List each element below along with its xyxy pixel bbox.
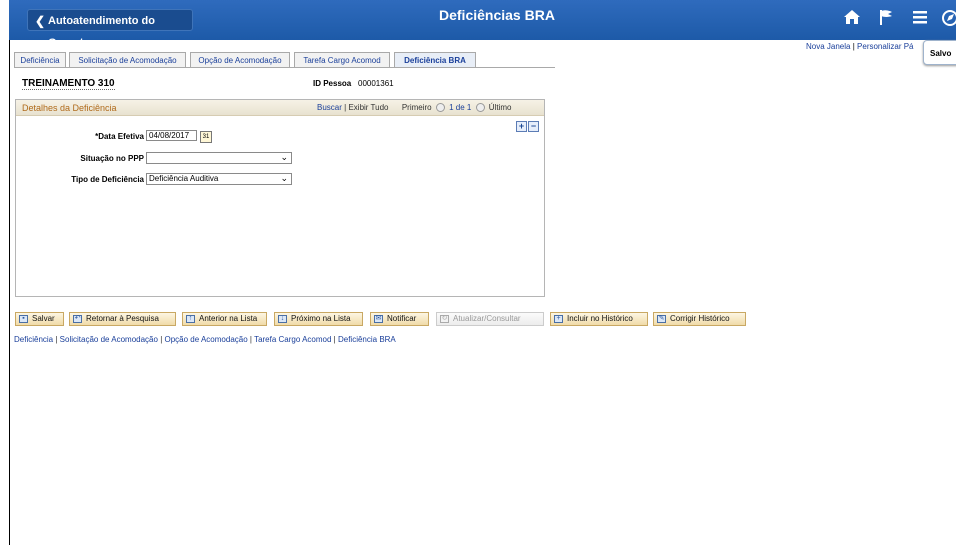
previous-row-icon[interactable] <box>435 103 445 113</box>
save-button[interactable]: ▪ Salvar <box>15 312 64 326</box>
person-id-value: 00001361 <box>358 79 394 88</box>
bottom-page-links: Deficiência | Solicitação de Acomodação … <box>14 335 396 344</box>
save-button-label: Salvar <box>32 314 55 323</box>
bottom-link-solicitacao[interactable]: Solicitação de Acomodação <box>60 335 158 344</box>
next-icon: ↓ <box>278 315 287 323</box>
return-to-search-button[interactable]: ↶ Retornar à Pesquisa <box>69 312 176 326</box>
navbar-icon[interactable] <box>941 8 956 30</box>
chevron-down-icon: ⌄ <box>280 173 288 183</box>
saved-toast: Salvo <box>923 40 956 65</box>
correct-history-button-label: Corrigir Histórico <box>670 314 730 323</box>
personalize-link[interactable]: Personalizar Pá <box>857 42 913 51</box>
panel-title: Detalhes da Deficiência <box>22 103 117 113</box>
tab-deficiencia-bra[interactable]: Deficiência BRA <box>394 52 476 67</box>
flag-icon[interactable] <box>878 8 894 30</box>
panel-navigation: Buscar | Exibir Tudo Primeiro 1 de 1 Últ… <box>317 103 512 113</box>
next-row-icon[interactable] <box>475 103 485 113</box>
delete-row-button[interactable]: − <box>528 121 539 132</box>
tab-deficiencia[interactable]: Deficiência <box>14 52 66 67</box>
next-button-label: Próximo na Lista <box>291 314 351 323</box>
notify-icon: ✉ <box>374 315 383 323</box>
correct-history-icon: ✎ <box>657 315 666 323</box>
chevron-down-icon: ⌄ <box>280 152 288 162</box>
person-id-label: ID Pessoa <box>313 79 352 88</box>
tab-opcao-acomodacao[interactable]: Opção de Acomodação <box>190 52 290 67</box>
return-icon: ↶ <box>73 315 82 323</box>
ppp-status-label: Situação no PPP <box>80 154 144 163</box>
add-history-button-label: Incluir no Histórico <box>567 314 633 323</box>
page-title: Deficiências BRA <box>439 7 555 23</box>
previous-in-list-button[interactable]: ↑ Anterior na Lista <box>182 312 267 326</box>
add-row-button[interactable]: + <box>516 121 527 132</box>
bottom-link-opcao[interactable]: Opção de Acomodação <box>165 335 248 344</box>
correct-history-button[interactable]: ✎ Corrigir Histórico <box>653 312 746 326</box>
employee-name: TREINAMENTO 310 <box>22 78 115 90</box>
back-button[interactable]: ❮ Autoatendimento do Gerente <box>27 9 193 49</box>
return-button-label: Retornar à Pesquisa <box>86 314 159 323</box>
bottom-link-deficiencia[interactable]: Deficiência <box>14 335 53 344</box>
last-link: Último <box>488 103 512 112</box>
previous-button-label: Anterior na Lista <box>199 314 258 323</box>
home-icon[interactable] <box>843 8 861 30</box>
tab-solicitacao-acomodacao[interactable]: Solicitação de Acomodação <box>69 52 186 67</box>
effective-date-label: *Data Efetiva <box>95 132 144 141</box>
page-left-border <box>9 40 10 545</box>
chevron-left-icon: ❮ <box>35 14 46 28</box>
calendar-icon[interactable]: 31 <box>200 131 212 143</box>
save-icon: ▪ <box>19 315 28 323</box>
disability-type-value: Deficiência Auditiva <box>149 174 219 183</box>
notify-button[interactable]: ✉ Notificar <box>370 312 429 326</box>
panel-header: Detalhes da Deficiência Buscar | Exibir … <box>16 100 544 116</box>
search-link[interactable]: Buscar <box>317 103 342 112</box>
link-separator: | <box>852 42 855 51</box>
new-window-link[interactable]: Nova Janela <box>806 42 850 51</box>
bottom-link-deficiencia-bra[interactable]: Deficiência BRA <box>338 335 396 344</box>
disability-details-panel: Detalhes da Deficiência Buscar | Exibir … <box>15 99 545 297</box>
notify-button-label: Notificar <box>387 314 417 323</box>
disability-type-select[interactable]: Deficiência Auditiva ⌄ <box>146 173 292 185</box>
tab-tarefa-cargo-acomod[interactable]: Tarefa Cargo Acomod <box>294 52 390 67</box>
bottom-link-tarefa[interactable]: Tarefa Cargo Acomod <box>254 335 331 344</box>
row-count: 1 de 1 <box>449 103 472 112</box>
view-all-link[interactable]: Exibir Tudo <box>348 103 388 112</box>
first-link: Primeiro <box>401 103 432 112</box>
refresh-button-label: Atualizar/Consultar <box>453 314 521 323</box>
add-to-history-button[interactable]: + Incluir no Histórico <box>550 312 648 326</box>
add-history-icon: + <box>554 315 563 323</box>
top-right-links: Nova Janela | Personalizar Pá <box>806 42 914 51</box>
next-in-list-button[interactable]: ↓ Próximo na Lista <box>274 312 363 326</box>
row-controls: + − <box>516 121 540 132</box>
panel-nav-separator: | <box>344 103 347 112</box>
menu-icon[interactable] <box>912 8 928 30</box>
effective-date-field[interactable]: 04/08/2017 <box>146 130 197 141</box>
refresh-icon: ↻ <box>440 315 449 323</box>
disability-type-label: Tipo de Deficiência <box>71 175 144 184</box>
ppp-status-select[interactable]: ⌄ <box>146 152 292 164</box>
tab-divider <box>14 67 555 68</box>
header-bar: ❮ Autoatendimento do Gerente Deficiência… <box>9 0 956 49</box>
back-button-label: Autoatendimento do Gerente <box>48 15 155 49</box>
previous-icon: ↑ <box>186 315 195 323</box>
refresh-button[interactable]: ↻ Atualizar/Consultar <box>436 312 544 326</box>
